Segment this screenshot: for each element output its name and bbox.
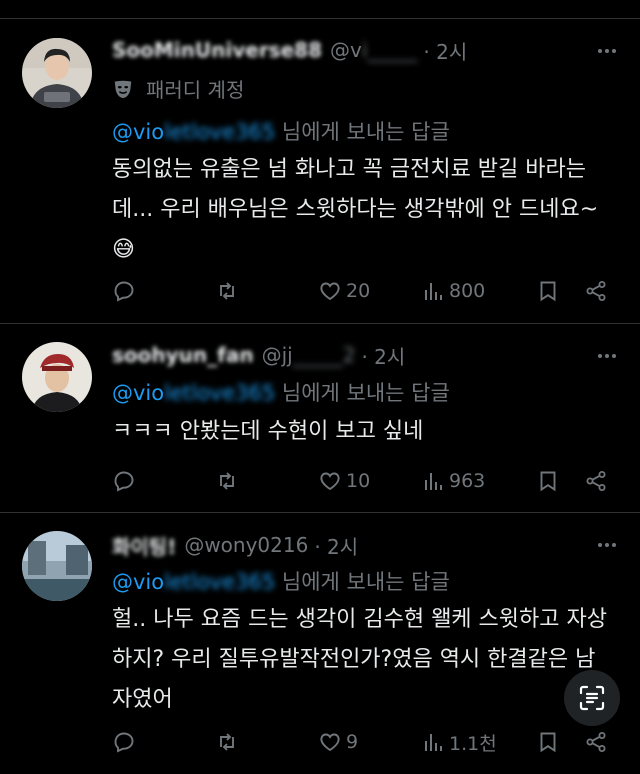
reply-icon [114, 732, 134, 753]
avatar[interactable] [22, 38, 92, 108]
sweat-smile-emoji: 😅 [112, 237, 135, 262]
display-name[interactable]: soohyun_fan [112, 343, 254, 367]
handle[interactable]: @wony0216 [184, 533, 308, 557]
handle-redacted: i_____ [361, 38, 418, 62]
retweet-button[interactable] [215, 469, 318, 493]
replying-to-suffix: 님에게 보내는 답글 [275, 120, 450, 144]
handle-prefix: @v [329, 38, 362, 62]
action-bar: 10 963 [112, 465, 617, 497]
mention-link[interactable]: @vio [112, 570, 164, 594]
reply-button[interactable] [112, 469, 215, 493]
view-count: 963 [449, 470, 486, 492]
bookmark-button[interactable] [536, 469, 584, 493]
like-count: 20 [346, 280, 371, 302]
post-text-body: 헐.. 나두 요즘 드는 생각이 김수현 왤케 스윗하고 자상하지? 우리 질투… [112, 607, 607, 712]
handle[interactable]: @jj_____2 [262, 343, 356, 367]
replying-to-suffix: 님에게 보내는 답글 [275, 570, 450, 594]
post-text: ㅋㅋㅋ 안봤는데 수현이 보고 싶네 [112, 412, 612, 452]
retweet-button[interactable] [215, 279, 318, 303]
mention-redacted: letlove365 [164, 570, 276, 594]
retweet-icon [220, 733, 234, 751]
handle-prefix: @jj [261, 343, 293, 367]
post-header: soohyun_fan @jj_____2 · 2시 [112, 338, 640, 372]
mention-redacted: letlove365 [164, 381, 276, 405]
like-count: 10 [346, 470, 371, 492]
retweet-button[interactable] [215, 730, 318, 754]
action-bar: 9 1.1천 [112, 726, 617, 758]
views-button[interactable]: 800 [421, 279, 536, 303]
more-icon[interactable] [596, 534, 618, 561]
reply-button[interactable] [112, 279, 215, 303]
share-button[interactable] [584, 469, 608, 493]
post-header: 화이팅! @wony0216 · 2시 [112, 528, 640, 562]
top-divider [0, 18, 640, 19]
handle-redacted: _____2 [292, 343, 356, 367]
bookmark-icon [540, 281, 556, 302]
parody-badge: 패러디 계정 [112, 74, 244, 103]
mention-link[interactable]: @vio [112, 381, 164, 405]
views-button[interactable]: 963 [421, 469, 536, 493]
more-icon[interactable] [596, 345, 618, 372]
like-button[interactable]: 10 [318, 469, 421, 493]
views-icon [425, 473, 442, 490]
like-count: 9 [346, 731, 359, 753]
bookmark-button[interactable] [536, 730, 584, 754]
text-recognition-button[interactable] [564, 670, 620, 726]
avatar[interactable] [22, 531, 92, 601]
view-count: 1.1천 [449, 732, 497, 755]
display-name[interactable]: SooMinUniverse88 [112, 38, 322, 62]
post-text: 헐.. 나두 요즘 드는 생각이 김수현 왤케 스윗하고 자상하지? 우리 질투… [112, 600, 612, 720]
more-icon[interactable] [596, 40, 618, 67]
handle[interactable]: @vi_____ [330, 38, 417, 62]
handle-prefix: @wony0216 [184, 533, 309, 557]
bookmark-icon [540, 732, 556, 753]
reply-icon [114, 281, 134, 302]
reply-icon [114, 471, 134, 492]
post-divider [0, 512, 640, 513]
heart-icon [320, 472, 340, 491]
avatar[interactable] [22, 342, 92, 412]
post-header: SooMinUniverse88 @vi_____ · 2시 [112, 33, 640, 67]
like-button[interactable]: 9 [318, 730, 421, 754]
heart-icon [320, 733, 340, 752]
share-icon [586, 471, 606, 491]
views-icon [425, 283, 442, 300]
action-bar: 20 800 [112, 275, 617, 307]
replying-to: @violetlove365 님에게 보내는 답글 [112, 566, 450, 596]
share-icon [586, 281, 606, 301]
share-icon [586, 732, 606, 752]
parody-label: 패러디 계정 [146, 78, 245, 102]
views-button[interactable]: 1.1천 [421, 729, 536, 756]
heart-icon [320, 282, 340, 301]
replying-to: @violetlove365 님에게 보내는 답글 [112, 116, 450, 146]
parody-mask-icon [114, 80, 132, 98]
mention-redacted: letlove365 [164, 120, 276, 144]
like-button[interactable]: 20 [318, 279, 421, 303]
text-recognition-icon [579, 685, 605, 711]
post-text-body: 동의없는 유출은 넘 화나고 꼭 금전치료 받길 바라는데... 우리 배우님은… [112, 157, 599, 222]
views-icon [425, 734, 442, 751]
display-name[interactable]: 화이팅! [112, 531, 176, 560]
reply-button[interactable] [112, 730, 215, 754]
timestamp[interactable]: · 2시 [314, 531, 358, 560]
replying-to-suffix: 님에게 보내는 답글 [275, 381, 450, 405]
timestamp[interactable]: · 2시 [361, 341, 405, 370]
retweet-icon [220, 282, 234, 300]
retweet-icon [220, 472, 234, 490]
mention-link[interactable]: @vio [112, 120, 164, 144]
replying-to: @violetlove365 님에게 보내는 답글 [112, 377, 450, 407]
share-button[interactable] [584, 279, 608, 303]
bookmark-button[interactable] [536, 279, 584, 303]
timestamp[interactable]: · 2시 [423, 36, 467, 65]
share-button[interactable] [584, 730, 608, 754]
post-text-body: ㅋㅋㅋ 안봤는데 수현이 보고 싶네 [112, 419, 424, 444]
post-divider [0, 323, 640, 324]
bookmark-icon [540, 471, 556, 492]
post-text: 동의없는 유출은 넘 화나고 꼭 금전치료 받길 바라는데... 우리 배우님은… [112, 150, 612, 270]
view-count: 800 [449, 280, 486, 302]
